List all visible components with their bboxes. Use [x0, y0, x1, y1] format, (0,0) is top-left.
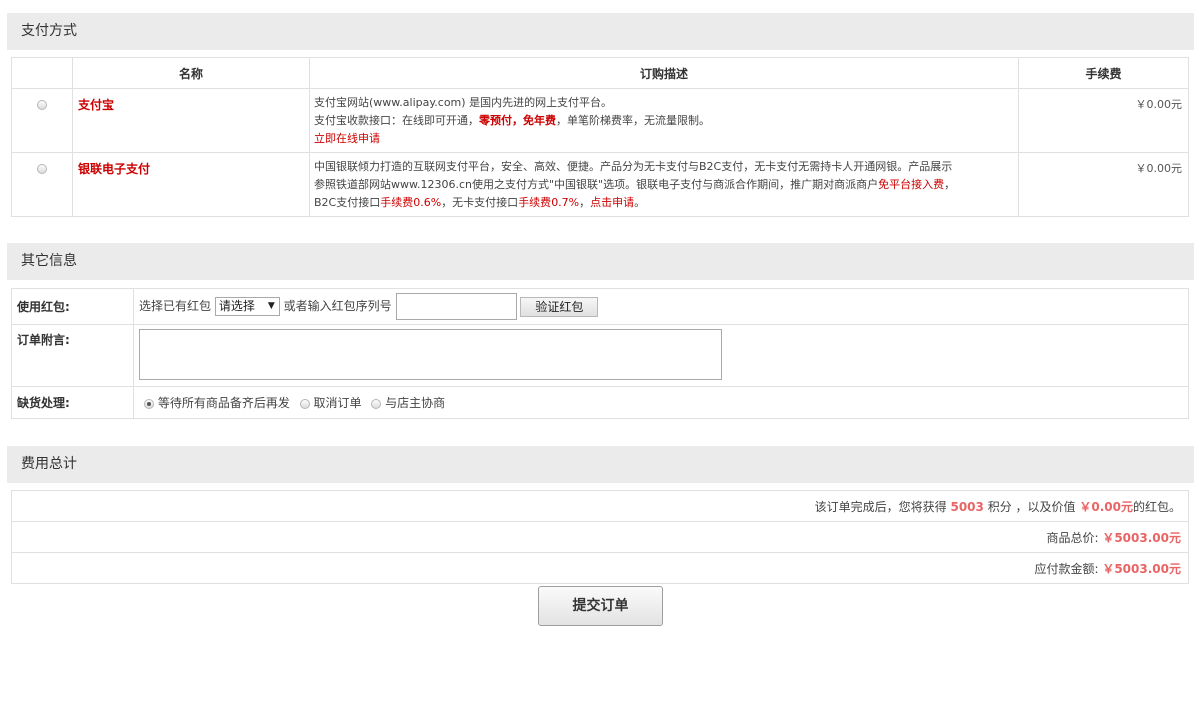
unionpay-highlight: 免平台接入费: [878, 178, 945, 191]
goods-total-cell: 商品总价: ￥5003.00元: [11, 521, 1189, 553]
alipay-highlight: 零预付，免年费: [479, 114, 556, 127]
cardless-fee-rate: 0.7%: [551, 196, 580, 209]
redpacket-row: 使用红包: 选择已有红包 请选择 ▼ 或者输入红包序列号 验证红包: [11, 288, 1189, 325]
select-arrow-icon: ▼: [267, 301, 275, 311]
points-value: 5003: [950, 499, 984, 514]
alipay-desc-text-post: ，单笔阶梯费率，无流量限制。: [556, 114, 710, 127]
note-label: 订单附言:: [11, 324, 134, 387]
alipay-desc: 支付宝网站(www.alipay.com) 是国内先进的网上支付平台。 支付宝收…: [309, 88, 1019, 153]
payment-table: 名称 订购描述 手续费 支付宝 支付宝网站(www.alipay.com) 是国…: [11, 57, 1189, 217]
cardless-text: ，无卡支付接口: [441, 196, 519, 209]
verify-redpacket-button[interactable]: 验证红包: [520, 296, 599, 317]
total-table: 该订单完成后，您将获得 5003 积分 ，以及价值 ￥0.00元的红包。 商品总…: [11, 490, 1189, 584]
other-info-table: 使用红包: 选择已有红包 请选择 ▼ 或者输入红包序列号 验证红包 订单附言: 缺…: [11, 288, 1189, 419]
header-name: 名称: [72, 57, 310, 89]
payment-row-alipay[interactable]: 支付宝 支付宝网站(www.alipay.com) 是国内先进的网上支付平台。 …: [11, 88, 1189, 153]
alipay-radio[interactable]: [37, 99, 47, 110]
payable-value: ￥5003.00元: [1102, 561, 1181, 576]
unionpay-desc-line1: 中国银联倾力打造的互联网支付平台，安全、高效、便捷。产品分为无卡支付与B2C支付…: [314, 160, 953, 173]
payable-cell: 应付款金额: ￥5003.00元: [11, 552, 1189, 584]
points-mid: 积分 ，以及价值: [987, 499, 1076, 514]
shortage-option-wait[interactable]: 等待所有商品备齐后再发: [158, 396, 290, 410]
alipay-radio-cell[interactable]: [11, 88, 73, 153]
redpacket-or-text: 或者输入红包序列号: [283, 299, 392, 313]
goods-total-value: ￥5003.00元: [1102, 530, 1181, 545]
comma-text: ，: [579, 196, 591, 209]
header-fee: 手续费: [1018, 57, 1189, 89]
shortage-radio-cancel[interactable]: [299, 398, 310, 409]
note-row: 订单附言:: [11, 324, 1189, 387]
unionpay-desc-text-post: ，: [944, 178, 956, 191]
goods-total-label: 商品总价:: [1046, 530, 1099, 545]
b2c-fee-label: 手续费: [380, 196, 414, 209]
redpacket-select-prefix: 选择已有红包: [139, 299, 212, 313]
points-cell: 该订单完成后，您将获得 5003 积分 ，以及价值 ￥0.00元的红包。: [11, 490, 1189, 522]
payable-row: 应付款金额: ￥5003.00元: [11, 552, 1189, 584]
points-row: 该订单完成后，您将获得 5003 积分 ，以及价值 ￥0.00元的红包。: [11, 490, 1189, 522]
redpacket-serial-input[interactable]: [395, 293, 517, 320]
payment-row-unionpay[interactable]: 银联电子支付 中国银联倾力打造的互联网支付平台，安全、高效、便捷。产品分为无卡支…: [11, 152, 1189, 217]
goods-total-row: 商品总价: ￥5003.00元: [11, 521, 1189, 553]
redpacket-select[interactable]: 请选择 ▼: [214, 297, 280, 316]
redpacket-controls: 选择已有红包 请选择 ▼ 或者输入红包序列号 验证红包: [133, 288, 1189, 325]
shortage-option-negotiate[interactable]: 与店主协商: [385, 396, 445, 410]
unionpay-fee: ￥0.00元: [1018, 152, 1189, 217]
b2c-fee-rate: 0.6%: [413, 196, 442, 209]
unionpay-radio-cell[interactable]: [11, 152, 73, 217]
unionpay-apply-link[interactable]: 点击申请: [590, 196, 634, 209]
b2c-text: B2C支付接口: [314, 196, 381, 209]
points-pre: 该订单完成后，您将获得: [814, 499, 947, 514]
note-cell: [133, 324, 1189, 387]
total-section-title: 费用总计: [7, 446, 1194, 483]
other-section-title: 其它信息: [7, 243, 1194, 280]
redpacket-select-value: 请选择: [218, 299, 255, 313]
alipay-desc-line2: 支付宝收款接口：在线即可开通，零预付，免年费，单笔阶梯费率，无流量限制。: [314, 112, 1013, 130]
payable-label: 应付款金额:: [1034, 561, 1099, 576]
shortage-row: 缺货处理: 等待所有商品备齐后再发 取消订单 与店主协商: [11, 386, 1189, 419]
unionpay-name: 银联电子支付: [72, 152, 310, 217]
alipay-name: 支付宝: [72, 88, 310, 153]
header-select: [11, 57, 73, 89]
points-post: 的红包。: [1132, 499, 1181, 514]
cardless-fee-label: 手续费: [518, 196, 552, 209]
unionpay-desc-text: 参照铁道部网站www.12306.cn使用之支付方式"中国银联"选项。银联电子支…: [314, 178, 879, 191]
payment-table-header: 名称 订购描述 手续费: [11, 57, 1189, 89]
shortage-options: 等待所有商品备齐后再发 取消订单 与店主协商: [133, 386, 1189, 419]
period-text: 。: [634, 196, 646, 209]
shortage-radio-negotiate[interactable]: [371, 398, 382, 409]
alipay-desc-text: 支付宝收款接口：在线即可开通，: [314, 114, 479, 127]
alipay-apply-link[interactable]: 立即在线申请: [314, 132, 380, 145]
payment-section-title: 支付方式: [7, 13, 1194, 50]
unionpay-desc: 中国银联倾力打造的互联网支付平台，安全、高效、便捷。产品分为无卡支付与B2C支付…: [309, 152, 1019, 217]
unionpay-desc-line2: 参照铁道部网站www.12306.cn使用之支付方式"中国银联"选项。银联电子支…: [314, 176, 1013, 194]
redpacket-label: 使用红包:: [11, 288, 134, 325]
submit-order-button[interactable]: 提交订单: [538, 586, 663, 626]
shortage-option-cancel[interactable]: 取消订单: [314, 396, 362, 410]
alipay-desc-line1: 支付宝网站(www.alipay.com) 是国内先进的网上支付平台。: [314, 96, 613, 109]
shortage-radio-wait[interactable]: [144, 398, 154, 409]
note-textarea[interactable]: [139, 329, 722, 380]
unionpay-radio[interactable]: [37, 163, 47, 174]
unionpay-desc-line3: B2C支付接口手续费0.6%，无卡支付接口手续费0.7%，点击申请。: [314, 194, 1013, 212]
shortage-label: 缺货处理:: [11, 386, 134, 419]
alipay-fee: ￥0.00元: [1018, 88, 1189, 153]
bonus-value: ￥0.00元: [1079, 499, 1133, 514]
header-desc: 订购描述: [309, 57, 1019, 89]
